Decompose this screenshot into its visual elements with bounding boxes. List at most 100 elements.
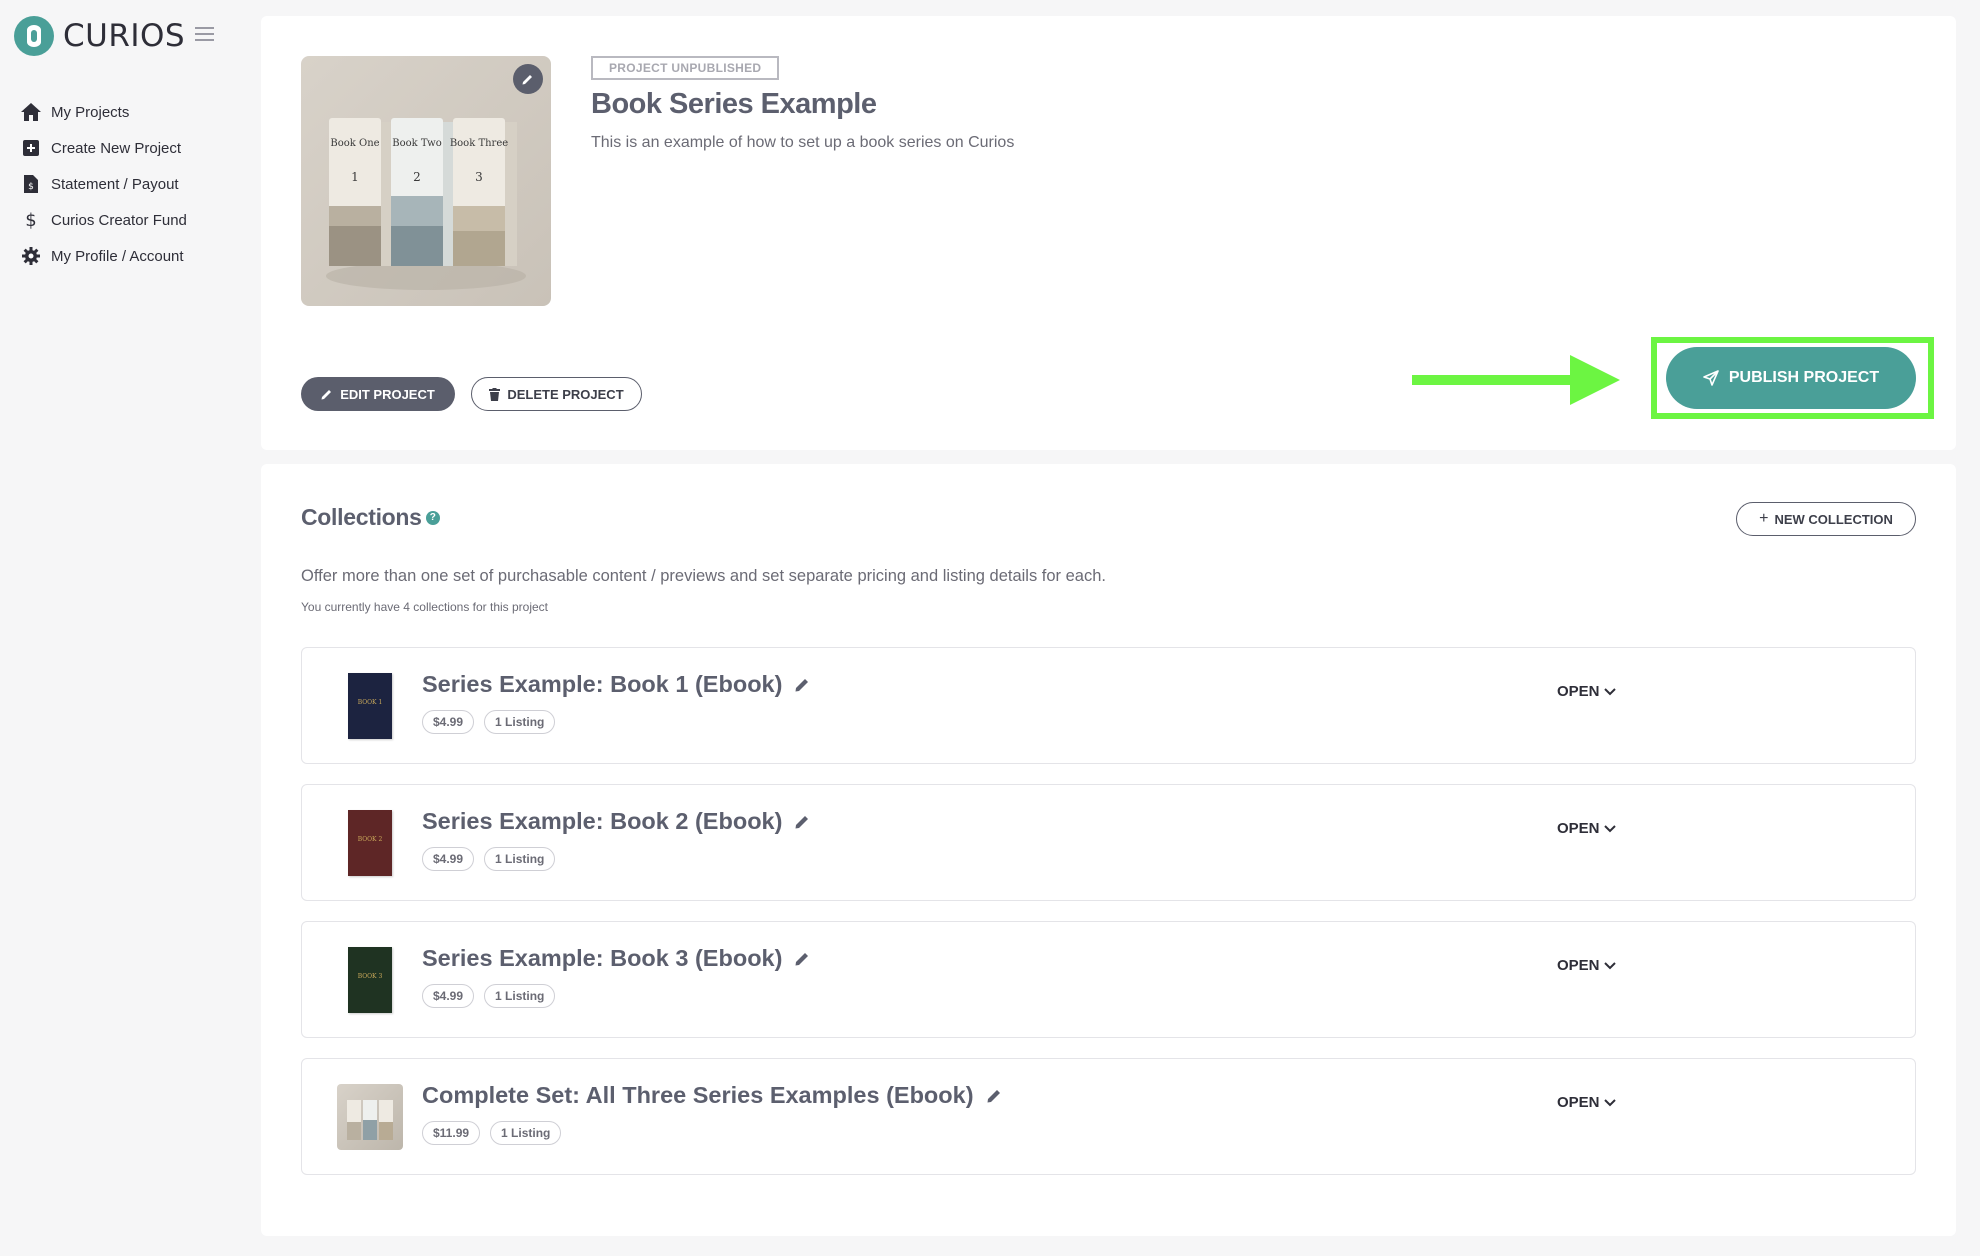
dollar-icon: $ xyxy=(20,209,42,231)
pencil-icon xyxy=(522,75,532,85)
collections-title: Collections xyxy=(301,504,422,530)
edit-collection-pencil-icon[interactable] xyxy=(986,1088,1002,1104)
new-collection-label: NEW COLLECTION xyxy=(1774,511,1893,527)
listing-count-tag: 1 Listing xyxy=(484,847,556,871)
sidebar-item-label: Create New Project xyxy=(51,139,182,157)
collection-title-text: Series Example: Book 2 (Ebook) xyxy=(422,808,783,834)
cover-book-one-label: Book One xyxy=(330,138,379,149)
open-label: OPEN xyxy=(1557,957,1600,974)
sidebar-item-label: Statement / Payout xyxy=(51,175,179,193)
cover-book-two-label: Book Two xyxy=(392,138,442,149)
collection-tags: $11.99 1 Listing xyxy=(422,1121,571,1145)
listing-count-tag: 1 Listing xyxy=(484,710,556,734)
open-collection-button[interactable]: OPEN xyxy=(1557,683,1616,700)
menu-toggle-icon[interactable] xyxy=(195,27,214,41)
edit-collection-pencil-icon[interactable] xyxy=(794,814,810,830)
plus-icon: + xyxy=(1759,510,1769,527)
invoice-icon: $ xyxy=(20,173,42,195)
open-collection-button[interactable]: OPEN xyxy=(1557,820,1616,837)
collection-title: Series Example: Book 2 (Ebook) xyxy=(422,808,810,835)
sidebar: CURIOS My Projects Create New Project $ … xyxy=(0,0,250,1256)
price-tag: $11.99 xyxy=(422,1121,481,1145)
sidebar-item-profile-account[interactable]: My Profile / Account xyxy=(20,238,187,274)
collections-card: Collections ? + NEW COLLECTION Offer mor… xyxy=(261,464,1956,1236)
thumbnail-title: BOOK 1 xyxy=(357,699,383,707)
thumbnail-title: BOOK 2 xyxy=(357,836,383,844)
collection-title-text: Series Example: Book 1 (Ebook) xyxy=(422,671,783,697)
send-icon xyxy=(1703,370,1719,386)
cover-book-three-label: Book Three xyxy=(450,138,508,149)
sidebar-item-label: My Profile / Account xyxy=(51,247,184,265)
collection-item: Complete Set: All Three Series Examples … xyxy=(301,1058,1916,1175)
curios-logo-icon xyxy=(14,16,54,56)
edit-project-button[interactable]: EDIT PROJECT xyxy=(301,377,455,411)
collections-heading: Collections ? xyxy=(301,504,440,531)
thumbnail-title: BOOK 3 xyxy=(357,973,383,981)
cover-book-two-number: 2 xyxy=(413,170,421,184)
chevron-down-icon xyxy=(1603,824,1616,833)
collection-item: BOOK 2 Series Example: Book 2 (Ebook) $4… xyxy=(301,784,1916,901)
open-collection-button[interactable]: OPEN xyxy=(1557,957,1616,974)
status-badge: PROJECT UNPUBLISHED xyxy=(591,56,780,80)
cover-book-one-number: 1 xyxy=(351,170,359,184)
collections-description: Offer more than one set of purchasable c… xyxy=(301,567,1106,585)
new-collection-button[interactable]: + NEW COLLECTION xyxy=(1736,502,1916,536)
publish-project-button[interactable]: PUBLISH PROJECT xyxy=(1666,347,1916,409)
trash-icon xyxy=(489,387,501,401)
plus-square-icon xyxy=(20,137,42,159)
listing-count-tag: 1 Listing xyxy=(490,1121,562,1145)
edit-collection-pencil-icon[interactable] xyxy=(794,951,810,967)
collection-tags: $4.99 1 Listing xyxy=(422,710,565,734)
collection-title-text: Complete Set: All Three Series Examples … xyxy=(422,1082,974,1108)
open-collection-button[interactable]: OPEN xyxy=(1557,1094,1616,1111)
app-name: CURIOS xyxy=(63,18,186,54)
open-label: OPEN xyxy=(1557,683,1600,700)
chevron-down-icon xyxy=(1603,1098,1616,1107)
collection-title: Series Example: Book 1 (Ebook) xyxy=(422,671,810,698)
collection-item: BOOK 1 Series Example: Book 1 (Ebook) $4… xyxy=(301,647,1916,764)
chevron-down-icon xyxy=(1603,961,1616,970)
collection-thumbnail xyxy=(337,1084,403,1150)
delete-project-label: DELETE PROJECT xyxy=(507,386,624,402)
curios-logo[interactable]: CURIOS xyxy=(14,16,185,56)
cover-book-three-number: 3 xyxy=(475,170,483,184)
project-description: This is an example of how to set up a bo… xyxy=(591,134,1015,151)
collection-thumbnail: BOOK 3 xyxy=(348,947,392,1013)
collection-thumbnail: BOOK 2 xyxy=(348,810,392,876)
chevron-down-icon xyxy=(1603,687,1616,696)
sidebar-item-creator-fund[interactable]: $ Curios Creator Fund xyxy=(20,202,187,238)
sidebar-item-my-projects[interactable]: My Projects xyxy=(20,94,187,130)
project-cover-image: Book One 1 Book Two 2 Book Three 3 xyxy=(301,56,551,306)
collection-tags: $4.99 1 Listing xyxy=(422,984,565,1008)
collection-tags: $4.99 1 Listing xyxy=(422,847,565,871)
sidebar-nav: My Projects Create New Project $ Stateme… xyxy=(20,94,187,274)
delete-project-button[interactable]: DELETE PROJECT xyxy=(471,377,642,411)
svg-text:$: $ xyxy=(28,182,34,192)
collection-title: Complete Set: All Three Series Examples … xyxy=(422,1082,1002,1109)
edit-project-label: EDIT PROJECT xyxy=(340,386,435,402)
collection-item: BOOK 3 Series Example: Book 3 (Ebook) $4… xyxy=(301,921,1916,1038)
collection-thumbnail: BOOK 1 xyxy=(348,673,392,739)
project-card: Book One 1 Book Two 2 Book Three 3 PROJE… xyxy=(261,16,1956,450)
sidebar-item-label: My Projects xyxy=(51,103,130,121)
annotation-arrow-icon xyxy=(1412,355,1620,405)
sidebar-item-create-new-project[interactable]: Create New Project xyxy=(20,130,187,166)
listing-count-tag: 1 Listing xyxy=(484,984,556,1008)
pencil-icon xyxy=(321,388,333,400)
open-label: OPEN xyxy=(1557,1094,1600,1111)
sidebar-item-statement-payout[interactable]: $ Statement / Payout xyxy=(20,166,187,202)
price-tag: $4.99 xyxy=(422,710,475,734)
collection-title-text: Series Example: Book 3 (Ebook) xyxy=(422,945,783,971)
price-tag: $4.99 xyxy=(422,984,475,1008)
edit-collection-pencil-icon[interactable] xyxy=(794,677,810,693)
edit-cover-button[interactable] xyxy=(513,64,543,94)
help-icon[interactable]: ? xyxy=(425,510,440,525)
home-icon xyxy=(20,101,42,123)
gear-icon xyxy=(20,245,42,267)
price-tag: $4.99 xyxy=(422,847,475,871)
svg-text:$: $ xyxy=(25,210,36,230)
collection-title: Series Example: Book 3 (Ebook) xyxy=(422,945,810,972)
sidebar-item-label: Curios Creator Fund xyxy=(51,211,187,229)
page-title: Book Series Example xyxy=(591,88,877,120)
open-label: OPEN xyxy=(1557,820,1600,837)
